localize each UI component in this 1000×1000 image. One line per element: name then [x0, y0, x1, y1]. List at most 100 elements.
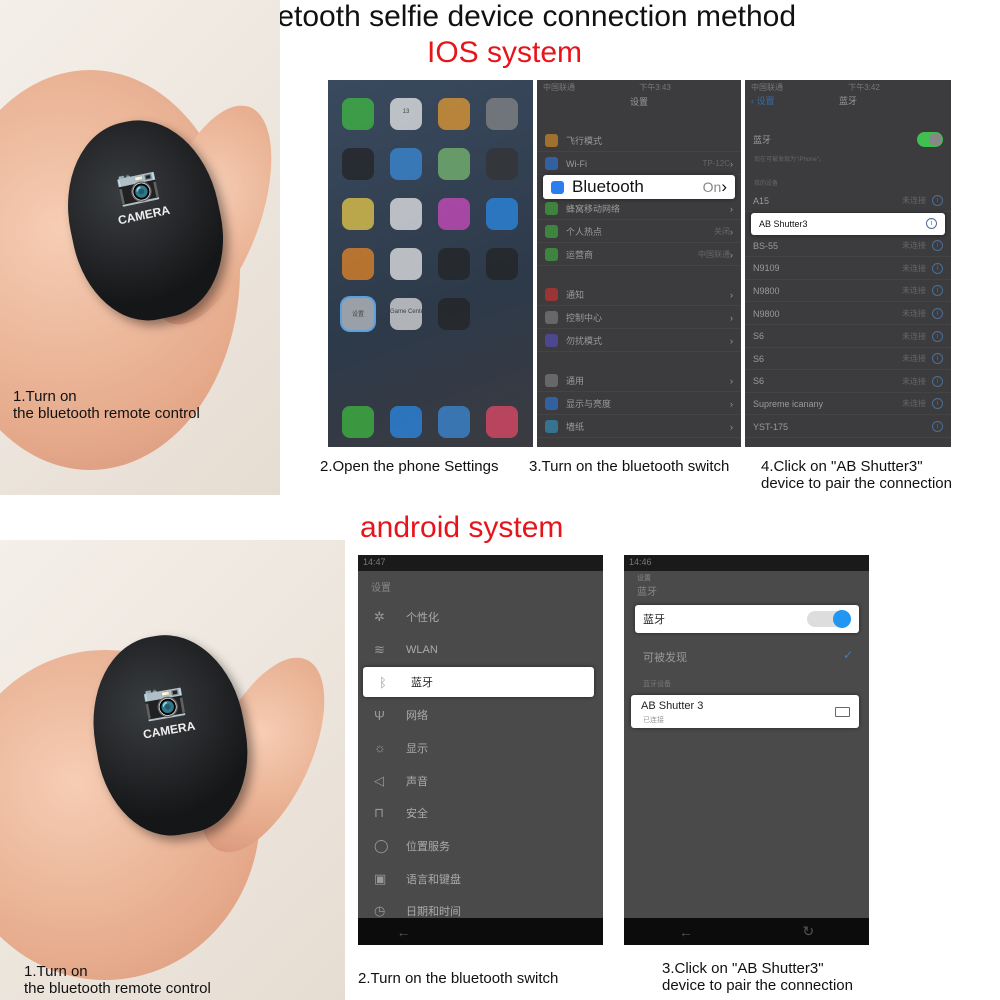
device-name: S6: [753, 331, 765, 342]
phone-icon[interactable]: [342, 406, 374, 438]
device-row[interactable]: A15 未连接 i: [745, 190, 951, 212]
device-row[interactable]: Supreme icanany 未连接 i: [745, 393, 951, 416]
info-icon[interactable]: i: [932, 308, 943, 319]
bluetooth-toggle[interactable]: [917, 131, 943, 147]
settings-item-personalize[interactable]: ✲ 个性化: [358, 602, 603, 632]
device-row[interactable]: N9109 未连接 i: [745, 258, 951, 280]
settings-item-wifi[interactable]: ≋ WLAN: [358, 635, 603, 665]
settings-icon[interactable]: 设置: [342, 298, 374, 330]
reminders-icon[interactable]: [390, 198, 422, 230]
info-icon[interactable]: i: [932, 353, 943, 365]
settings-row-notifications[interactable]: 通知 ›: [537, 284, 741, 306]
info-icon[interactable]: i: [932, 240, 943, 252]
watch-icon[interactable]: [438, 248, 470, 280]
device-name: S6: [753, 353, 765, 364]
chevron-right-icon: ›: [730, 249, 733, 260]
settings-row-do-not-disturb[interactable]: 勿扰模式 ›: [537, 330, 741, 352]
settings-item-speaker[interactable]: ◁ 声音: [358, 766, 603, 796]
device-status: 未连接: [902, 196, 926, 205]
settings-row-carrier[interactable]: 运营商 中国联通 ›: [537, 244, 741, 266]
android-step3-caption: 3.Click on "AB Shutter3" device to pair …: [662, 960, 853, 994]
back-arrow-icon[interactable]: ←: [679, 924, 693, 940]
camera-icon[interactable]: [486, 98, 518, 130]
chevron-right-icon: ›: [730, 421, 733, 432]
device-status: 未连接: [902, 331, 926, 341]
device-ab-shutter-3[interactable]: AB Shutter 3 已连接: [631, 695, 859, 728]
stocks-icon[interactable]: [438, 298, 470, 330]
clock-icon[interactable]: [342, 148, 374, 180]
settings-row-bluetooth[interactable]: Bluetooth On ›: [543, 175, 735, 199]
settings-row-airplane[interactable]: 飞行模式: [537, 130, 741, 152]
settings-item-antenna[interactable]: Ψ 网络: [358, 700, 603, 730]
settings-row-wifi[interactable]: Wi-Fi TP-12C ›: [537, 153, 741, 175]
row-label: 通用: [566, 376, 585, 386]
row-label: 勿扰模式: [566, 336, 603, 346]
do-not-disturb-icon: [545, 334, 558, 347]
row-value: TP-12C: [702, 159, 730, 168]
discoverable-checkbox[interactable]: ✓: [843, 648, 853, 662]
info-icon[interactable]: i: [932, 285, 943, 297]
notes-icon[interactable]: [342, 198, 374, 230]
info-icon[interactable]: i: [932, 330, 943, 342]
safari-icon[interactable]: [438, 406, 470, 438]
messages-icon[interactable]: [342, 98, 374, 130]
device-name: A15: [753, 195, 770, 206]
row-value: 关闭: [714, 227, 730, 236]
discoverable-label: 可被发现: [643, 652, 687, 664]
calendar-icon[interactable]: 13: [390, 98, 422, 130]
device-row[interactable]: BS-55 未连接 i: [745, 235, 951, 258]
settings-item-bluetooth[interactable]: ᛒ 蓝牙: [363, 667, 594, 697]
info-icon[interactable]: i: [932, 398, 943, 410]
settings-row-display[interactable]: 显示与亮度 ›: [537, 393, 741, 415]
settings-row-control-center[interactable]: 控制中心 ›: [537, 307, 741, 329]
settings-row-cellular[interactable]: 蜂窝移动网络 ›: [537, 198, 741, 220]
maps-icon[interactable]: [438, 148, 470, 180]
carrier-icon: [545, 248, 558, 261]
device-row[interactable]: S6 未连接 i: [745, 348, 951, 371]
status-time: 下午3:42: [848, 83, 880, 92]
status-time: 14:46: [624, 555, 869, 571]
itunes-icon[interactable]: [438, 198, 470, 230]
settings-item-lock[interactable]: ⊓ 安全: [358, 798, 603, 828]
discoverable-note: 现在可被发现为"iPhone"。: [754, 157, 825, 163]
personalize-icon: ✲: [374, 609, 385, 624]
device-row[interactable]: S6 未连接 i: [745, 326, 951, 348]
device-row[interactable]: S6 未连接 i: [745, 371, 951, 393]
item-label: 声音: [406, 775, 428, 788]
app-label: 13: [402, 109, 410, 115]
settings-row-general[interactable]: 通用 ›: [537, 370, 741, 392]
device-row[interactable]: N9800 未连接 i: [745, 280, 951, 303]
info-icon[interactable]: i: [932, 262, 943, 274]
settings-title: 设置: [371, 583, 391, 594]
ios-home-screen: 13 设置 Game Center: [328, 80, 533, 447]
health-icon[interactable]: [390, 248, 422, 280]
weather-icon[interactable]: [390, 148, 422, 180]
settings-item-brightness[interactable]: ☼ 显示: [358, 733, 603, 763]
device-row[interactable]: N9800 未连接 i: [745, 303, 951, 325]
info-icon[interactable]: i: [932, 421, 943, 432]
appstore-icon[interactable]: [486, 198, 518, 230]
settings-row-wallpaper[interactable]: 墙纸 ›: [537, 416, 741, 438]
device-row[interactable]: YST-175 i: [745, 416, 951, 438]
info-icon[interactable]: i: [932, 375, 943, 387]
mail-icon[interactable]: [390, 406, 422, 438]
videos-icon[interactable]: [486, 148, 518, 180]
info-icon[interactable]: i: [932, 195, 943, 206]
bluetooth-toggle[interactable]: [807, 610, 851, 628]
settings-item-location[interactable]: ◯ 位置服务: [358, 831, 603, 861]
row-label: 显示与亮度: [566, 399, 612, 409]
ios-step3-caption: 3.Turn on the bluetooth switch: [529, 458, 730, 475]
android-step2-caption: 2.Turn on the bluetooth switch: [358, 970, 559, 987]
game-center-icon[interactable]: Game Center: [390, 298, 422, 330]
music-icon[interactable]: [486, 406, 518, 438]
device-row[interactable]: AB Shutter3 i: [751, 212, 945, 235]
settings-row-hotspot[interactable]: 个人热点 关闭 ›: [537, 221, 741, 243]
refresh-icon[interactable]: ↻: [802, 923, 814, 940]
settings-item-clock[interactable]: ◷ 日期和时间: [358, 896, 603, 926]
ibooks-icon[interactable]: [342, 248, 374, 280]
photos-icon[interactable]: [438, 98, 470, 130]
device-name: BS-55: [753, 240, 779, 251]
wallet-icon[interactable]: [486, 248, 518, 280]
info-icon[interactable]: i: [926, 218, 937, 230]
settings-item-keyboard[interactable]: ▣ 语言和键盘: [358, 864, 603, 894]
